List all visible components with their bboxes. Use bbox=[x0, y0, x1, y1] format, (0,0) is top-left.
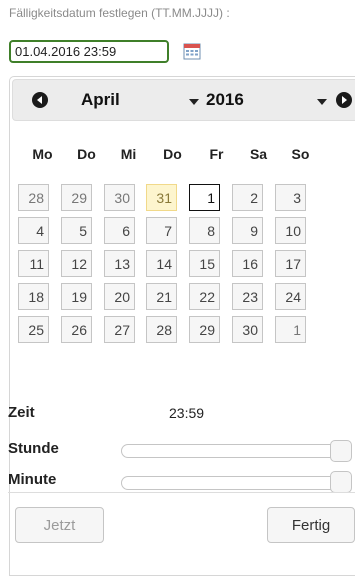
weekday-label: Mi bbox=[120, 146, 137, 162]
time-value: 23:59 bbox=[169, 405, 205, 421]
time-label: Zeit bbox=[8, 404, 35, 421]
calendar-day-today[interactable]: 31 bbox=[146, 184, 177, 211]
next-month-icon[interactable] bbox=[336, 92, 352, 108]
calendar-day[interactable]: 7 bbox=[146, 217, 177, 244]
calendar-day[interactable]: 26 bbox=[61, 316, 92, 343]
chevron-down-icon bbox=[317, 99, 327, 105]
year-select[interactable]: 2016 bbox=[206, 88, 327, 114]
calendar-day[interactable]: 28 bbox=[146, 316, 177, 343]
weekday-label: Sa bbox=[249, 146, 268, 162]
calendar-day[interactable]: 19 bbox=[61, 283, 92, 310]
weekday-label: Do bbox=[163, 146, 182, 162]
calendar-day[interactable]: 23 bbox=[232, 283, 263, 310]
month-select[interactable]: April bbox=[81, 88, 201, 114]
month-value: April bbox=[81, 90, 120, 109]
calendar-day[interactable]: 4 bbox=[18, 217, 49, 244]
calendar-day[interactable]: 1 bbox=[275, 316, 306, 343]
calendar-day[interactable]: 8 bbox=[189, 217, 220, 244]
minute-slider[interactable] bbox=[121, 476, 345, 490]
due-date-label: Fälligkeitsdatum festlegen (TT.MM.JJJJ) … bbox=[9, 6, 230, 20]
calendar-day[interactable]: 24 bbox=[275, 283, 306, 310]
calendar-day[interactable]: 21 bbox=[146, 283, 177, 310]
calendar-day[interactable]: 15 bbox=[189, 250, 220, 277]
calendar-day[interactable]: 10 bbox=[275, 217, 306, 244]
calendar-day[interactable]: 5 bbox=[61, 217, 92, 244]
calendar-day[interactable]: 14 bbox=[146, 250, 177, 277]
calendar-day[interactable]: 16 bbox=[232, 250, 263, 277]
calendar-day[interactable]: 17 bbox=[275, 250, 306, 277]
calendar-day[interactable]: 30 bbox=[104, 184, 135, 211]
calendar-day[interactable]: 2 bbox=[232, 184, 263, 211]
year-value: 2016 bbox=[206, 90, 244, 109]
calendar-day[interactable]: 9 bbox=[232, 217, 263, 244]
datepicker-header: April 2016 bbox=[12, 79, 355, 121]
weekday-label: Mo bbox=[32, 146, 53, 162]
calendar-day[interactable]: 6 bbox=[104, 217, 135, 244]
calendar-day[interactable]: 28 bbox=[18, 184, 49, 211]
done-button[interactable]: Fertig bbox=[267, 507, 355, 543]
weekday-label: So bbox=[291, 146, 310, 162]
calendar-day[interactable]: 25 bbox=[18, 316, 49, 343]
hour-slider[interactable] bbox=[121, 444, 345, 458]
calendar-day-selected[interactable]: 1 bbox=[189, 184, 220, 211]
due-date-input[interactable] bbox=[9, 40, 169, 63]
calendar-icon[interactable] bbox=[183, 42, 201, 60]
weekday-label: Fr bbox=[209, 146, 224, 162]
calendar-day[interactable]: 30 bbox=[232, 316, 263, 343]
prev-month-icon[interactable] bbox=[32, 92, 48, 108]
minute-label: Minute bbox=[8, 471, 57, 488]
calendar-day[interactable]: 11 bbox=[18, 250, 49, 277]
calendar-day[interactable]: 13 bbox=[104, 250, 135, 277]
chevron-down-icon bbox=[189, 99, 199, 105]
calendar-day[interactable]: 12 bbox=[61, 250, 92, 277]
weekday-label: Do bbox=[77, 146, 96, 162]
calendar-day[interactable]: 20 bbox=[104, 283, 135, 310]
calendar-day[interactable]: 18 bbox=[18, 283, 49, 310]
hour-label: Stunde bbox=[8, 440, 59, 457]
calendar-day[interactable]: 27 bbox=[104, 316, 135, 343]
now-button[interactable]: Jetzt bbox=[15, 507, 104, 543]
calendar-day[interactable]: 22 bbox=[189, 283, 220, 310]
button-pane-divider bbox=[8, 492, 355, 493]
calendar-day[interactable]: 29 bbox=[189, 316, 220, 343]
calendar-day[interactable]: 29 bbox=[61, 184, 92, 211]
calendar-day[interactable]: 3 bbox=[275, 184, 306, 211]
minute-slider-handle[interactable] bbox=[330, 471, 352, 493]
hour-slider-handle[interactable] bbox=[330, 440, 352, 462]
